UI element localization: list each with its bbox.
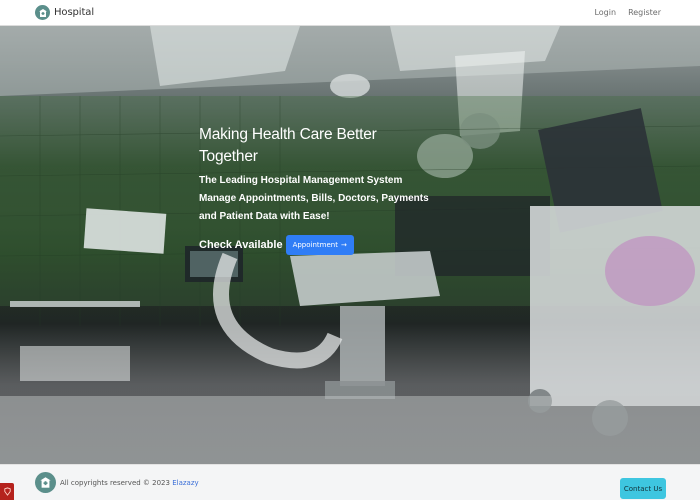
appointment-button[interactable]: Appointment → <box>285 235 354 255</box>
brand-name: Hospital <box>54 7 95 18</box>
brand[interactable]: Hospital <box>35 5 94 20</box>
hero-content: Making Health Care Better Together The L… <box>199 124 439 255</box>
login-link[interactable]: Login <box>594 8 616 17</box>
hospital-building-icon <box>35 472 56 493</box>
copyright-text: All copyrights reserved © 2023 Elazazy <box>60 479 199 487</box>
check-available-text: Check Available <box>199 239 283 251</box>
footer: All copyrights reserved © 2023 Elazazy C… <box>0 464 700 500</box>
navbar: Hospital Login Register <box>0 0 700 26</box>
hero-subtitle: The Leading Hospital Management System M… <box>199 175 429 222</box>
author-link[interactable]: Elazazy <box>172 479 198 487</box>
hero-section: Making Health Care Better Together The L… <box>0 26 700 464</box>
contact-us-button[interactable]: Contact Us <box>620 478 666 499</box>
appointment-label: Appointment <box>292 241 338 249</box>
cta-row: Check Available Appointment → <box>199 235 439 255</box>
arrow-right-icon: → <box>340 241 347 249</box>
register-link[interactable]: Register <box>628 8 661 17</box>
copyright-label: All copyrights reserved © 2023 <box>60 478 170 487</box>
nav-links: Login Register <box>594 8 661 17</box>
hospital-logo-icon <box>35 5 50 20</box>
laravel-icon[interactable] <box>0 483 14 500</box>
hero-title: Making Health Care Better Together <box>199 126 377 165</box>
